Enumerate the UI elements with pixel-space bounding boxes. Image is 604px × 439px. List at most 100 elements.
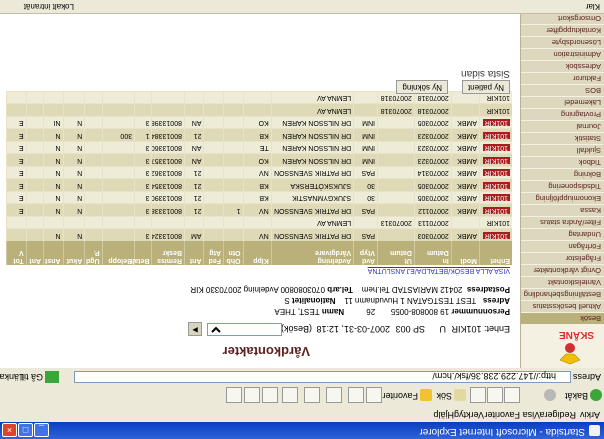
- search-button[interactable]: Sök: [436, 389, 466, 403]
- favorites-button[interactable]: Favoriter: [382, 389, 432, 403]
- table-row[interactable]: 101KIR AMBK 20070323 INM DR NILSSON KAREN TE A…: [6, 141, 512, 154]
- menu-file[interactable]: Arkiv: [580, 410, 600, 420]
- sidebar-item[interactable]: Frågelistor: [521, 252, 604, 264]
- table-row[interactable]: 101KIR AMBK 20070305 30 SJUKSKÖTERSKA KB 21 800…: [6, 179, 512, 192]
- column-header[interactable]: Anst: [43, 241, 64, 265]
- enhet-link[interactable]: 101KIR: [482, 169, 510, 177]
- table-row[interactable]: 101KIR AMBK 20070305 INM DR NILSSON KAREN KO A…: [6, 116, 512, 129]
- minimize-button[interactable]: _: [34, 423, 49, 437]
- submit-arrow-icon[interactable]: ▶: [188, 322, 202, 336]
- sidebar-item[interactable]: Provtagning: [521, 108, 604, 120]
- enhet-link[interactable]: 101KIR: [482, 231, 510, 239]
- discuss-icon[interactable]: [262, 387, 278, 403]
- enhet-link[interactable]: 101KIR: [482, 144, 510, 152]
- menu-view[interactable]: Visa: [523, 410, 540, 420]
- history-icon[interactable]: [348, 387, 364, 403]
- links-button[interactable]: Länkar: [0, 372, 24, 382]
- back-button[interactable]: Bakåt: [565, 389, 602, 403]
- column-header[interactable]: Ant: [184, 241, 204, 265]
- home-icon[interactable]: [470, 387, 486, 403]
- print-icon[interactable]: [304, 387, 320, 403]
- column-header[interactable]: Akut: [63, 241, 85, 265]
- sidebar-item[interactable]: Tidbok: [521, 156, 604, 168]
- menu-help[interactable]: Hjälp: [433, 410, 454, 420]
- column-header[interactable]: In Datum: [414, 241, 452, 265]
- enhet-link[interactable]: 101KIR: [482, 194, 510, 202]
- messenger-icon[interactable]: [244, 387, 260, 403]
- table-row[interactable]: 101KIR AMBK 20070314 PAS DR PATRIK SVENSSON N…: [6, 166, 512, 179]
- sidebar-item[interactable]: Läkemedel: [521, 96, 604, 108]
- tab-ny-patient[interactable]: Ny patient: [461, 80, 510, 94]
- menu-tools[interactable]: Verktyg: [454, 410, 484, 420]
- table-row[interactable]: 101KIR AMBK 20070112 PAS DR PATRIK SVENSSON N…: [6, 204, 512, 217]
- table-row[interactable]: 101KIR 20070113 20070313 LEMNA AV: [6, 216, 512, 229]
- sidebar-item[interactable]: Väntelistkontakt: [521, 276, 604, 288]
- column-header[interactable]: Ant: [26, 241, 44, 265]
- menu-edit[interactable]: Redigera: [539, 410, 576, 420]
- column-header[interactable]: Ohb Otn: [223, 241, 244, 265]
- close-button[interactable]: ×: [2, 423, 17, 437]
- refresh-icon[interactable]: [487, 387, 503, 403]
- column-header[interactable]: Enhet: [479, 241, 512, 265]
- column-header[interactable]: Betalt: [130, 241, 152, 265]
- forward-button[interactable]: [542, 389, 556, 403]
- table-cell: 21: [184, 166, 204, 179]
- sidebar-item[interactable]: Förfrågan: [521, 240, 604, 252]
- sidebar-item[interactable]: Ekonomiuppföljning: [521, 192, 604, 204]
- enhet-link[interactable]: 101KIR: [482, 119, 510, 127]
- column-header[interactable]: Klpp: [243, 241, 272, 265]
- column-header[interactable]: Tot V: [6, 241, 27, 265]
- stop-icon[interactable]: [504, 387, 520, 403]
- reason-select[interactable]: [207, 323, 282, 336]
- sidebar-item[interactable]: Kassa: [521, 204, 604, 216]
- sidebar-item[interactable]: Filter/Ändra status: [521, 216, 604, 228]
- column-header[interactable]: Ugd P.: [84, 241, 103, 265]
- column-header[interactable]: Belopp: [102, 241, 135, 265]
- sidebar-item[interactable]: Lösenordsbyte: [521, 36, 604, 48]
- sidebar-item[interactable]: Övrigt vårdkontakter: [521, 264, 604, 276]
- enhet-link[interactable]: 101KIR: [482, 131, 510, 139]
- table-cell: 80013398: [151, 116, 185, 129]
- column-header[interactable]: Remiss Beskr: [151, 241, 185, 265]
- table-row[interactable]: 101KIR 20070318 20070318 LEMNA AV: [6, 104, 512, 117]
- sidebar-item[interactable]: Bokning: [521, 168, 604, 180]
- sidebar-item[interactable]: Tidsdisponering: [521, 180, 604, 192]
- edit-icon[interactable]: [282, 387, 298, 403]
- sidebar-item[interactable]: Adressbok: [521, 60, 604, 72]
- sidebar-item[interactable]: Journal: [521, 120, 604, 132]
- column-header[interactable]: Fed Atg: [203, 241, 224, 265]
- research-icon[interactable]: [226, 387, 242, 403]
- sidebar-item[interactable]: Fakturor: [521, 72, 604, 84]
- table-cell: 20070314: [414, 166, 452, 179]
- enhet-link[interactable]: 101KIR: [482, 156, 510, 164]
- table-row[interactable]: 101KIR AMBK 20070303 PAS DR PATRIK SVENSSON N…: [6, 229, 512, 241]
- sidebar-item[interactable]: Sjukfall: [521, 144, 604, 156]
- show-all-link[interactable]: VISA ALLA BESÖK/BETALDA/EJ ANSLUTNA: [368, 267, 510, 274]
- column-header[interactable]: Avdelning Vårdgivare: [271, 241, 354, 265]
- mail-icon[interactable]: [326, 387, 342, 403]
- sidebar-item[interactable]: Kontaktuppgifter: [521, 24, 604, 36]
- sidebar-item[interactable]: BOS: [521, 84, 604, 96]
- media-icon[interactable]: [366, 387, 382, 403]
- maximize-button[interactable]: □: [18, 423, 33, 437]
- column-header[interactable]: Avd Vtyp: [353, 241, 378, 265]
- column-header[interactable]: Modt: [451, 241, 480, 265]
- table-row[interactable]: 101KIR AMBK 20070323 INM DR NILSSON KAREN KO A…: [6, 154, 512, 167]
- sidebar-item[interactable]: Beställningsbehandling: [521, 288, 604, 300]
- column-header[interactable]: Ut Datum: [377, 241, 415, 265]
- sidebar-item[interactable]: Undantag: [521, 228, 604, 240]
- tab-ny-sokning[interactable]: Ny sökning: [396, 80, 448, 94]
- sidebar-item[interactable]: Statistik: [521, 132, 604, 144]
- table-cell: [6, 229, 27, 241]
- address-input[interactable]: http://147.229.238.36/fsk/.hcm/: [74, 371, 571, 383]
- menu-favorites[interactable]: Favoriter: [484, 410, 520, 420]
- sidebar-item[interactable]: Administration: [521, 48, 604, 60]
- table-cell: AMBK: [451, 229, 480, 241]
- table-row[interactable]: 101KIR AMBK 20070305 30 SJUKGYMNASTIK KB 21 800…: [6, 191, 512, 204]
- sidebar-item[interactable]: Besök: [521, 312, 604, 324]
- enhet-link[interactable]: 101KIR: [482, 206, 510, 214]
- go-arrow-icon[interactable]: [45, 371, 59, 383]
- table-row[interactable]: 101KIR AMBK 20070323 INM DR NILSSON KAREN KB 2…: [6, 129, 512, 142]
- sidebar-item[interactable]: Aktuell besöksstatus: [521, 300, 604, 312]
- enhet-link[interactable]: 101KIR: [482, 181, 510, 189]
